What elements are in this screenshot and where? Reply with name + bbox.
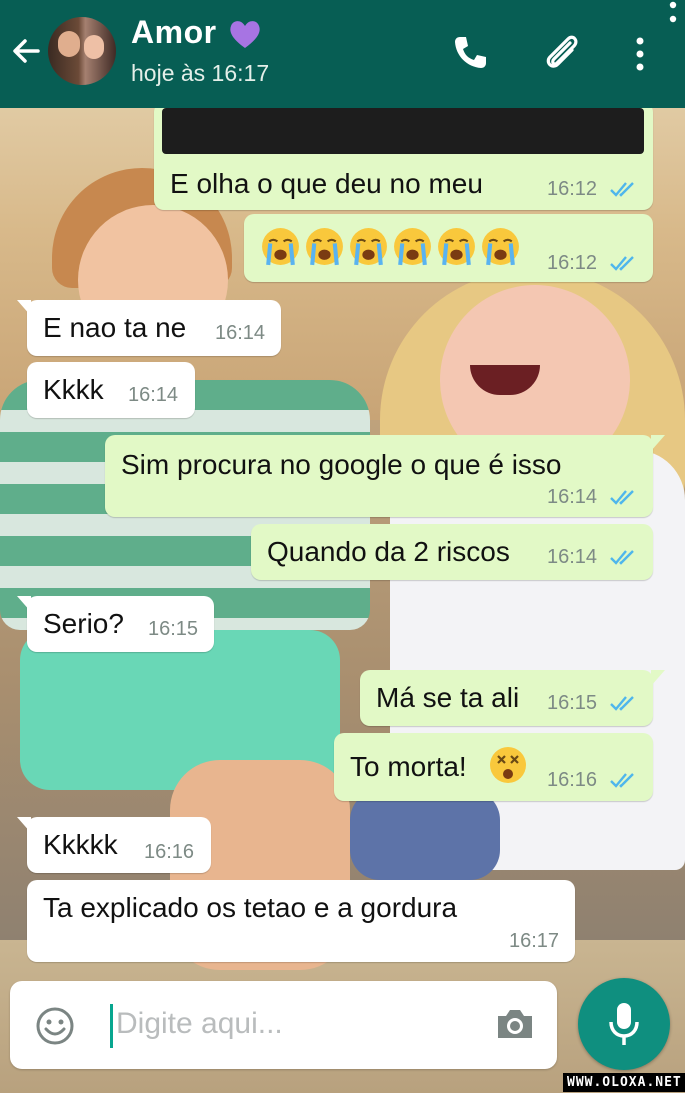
- microphone-icon: [609, 1003, 639, 1045]
- message-time: 16:12: [547, 252, 598, 274]
- message-bubble-incoming[interactable]: Ta explicado os tetao e a gordura 16:17: [27, 880, 575, 962]
- image-preview[interactable]: [162, 108, 644, 154]
- message-bubble-incoming[interactable]: Kkkk 16:14: [27, 362, 195, 418]
- message-bubble-outgoing[interactable]: Quando da 2 riscos 16:14: [251, 524, 653, 580]
- dizzy-face-icon: [490, 747, 526, 783]
- message-text: Kkkkk: [43, 829, 118, 860]
- message-bubble-outgoing[interactable]: To morta! 16:16: [334, 733, 653, 801]
- read-ticks-icon: [610, 182, 634, 197]
- message-text: Serio?: [43, 608, 124, 639]
- message-text: E olha o que deu no meu: [170, 168, 483, 199]
- read-ticks-icon: [610, 490, 634, 505]
- last-seen-status: hoje às 16:17: [131, 60, 270, 86]
- message-time: 16:15: [148, 618, 199, 640]
- message-time: 16:12: [547, 178, 598, 200]
- message-text: Quando da 2 riscos: [267, 536, 510, 567]
- camera-icon[interactable]: [494, 1005, 536, 1043]
- message-bubble-outgoing[interactable]: Sim procura no google o que é isso 16:14: [105, 435, 665, 517]
- emoji-row: [260, 226, 521, 267]
- chat-header: Amor hoje às 16:17: [0, 0, 685, 108]
- attach-clip-icon[interactable]: [540, 31, 584, 75]
- status-bar-dots-icon: [669, 1, 677, 23]
- message-text: Sim procura no google o que é isso: [121, 449, 562, 480]
- loudly-crying-face-icon: [438, 228, 475, 266]
- message-time: 16:14: [547, 546, 598, 568]
- text-cursor: [110, 1004, 113, 1048]
- message-time: 16:14: [215, 322, 266, 344]
- read-ticks-icon: [610, 256, 634, 271]
- message-bubble-outgoing[interactable]: 16:12: [244, 214, 653, 282]
- message-bubble-outgoing[interactable]: Má se ta ali 16:15: [360, 670, 665, 726]
- loudly-crying-face-icon: [482, 228, 519, 266]
- message-input[interactable]: Digite aqui...: [116, 1007, 283, 1041]
- emoji-smiley-icon[interactable]: [35, 1006, 75, 1046]
- loudly-crying-face-icon: [262, 228, 299, 266]
- read-ticks-icon: [610, 550, 634, 565]
- message-time: 16:16: [547, 769, 598, 791]
- read-ticks-icon: [610, 773, 634, 788]
- contact-name[interactable]: Amor: [131, 14, 217, 51]
- message-text: Ta explicado os tetao e a gordura: [43, 892, 458, 923]
- message-text: To morta!: [350, 751, 467, 782]
- loudly-crying-face-icon: [350, 228, 387, 266]
- message-bubble-outgoing[interactable]: E olha o que deu no meu 16:12: [154, 102, 653, 210]
- message-bubble-incoming[interactable]: E nao ta ne 16:14: [17, 300, 281, 356]
- message-time: 16:14: [128, 384, 179, 406]
- message-time: 16:14: [547, 486, 598, 508]
- message-bubble-incoming[interactable]: Kkkkk 16:16: [17, 817, 211, 873]
- purple-heart-icon: [230, 21, 260, 48]
- message-time: 16:16: [144, 841, 195, 863]
- read-ticks-icon: [610, 696, 634, 711]
- message-text: Má se ta ali: [376, 682, 520, 713]
- back-arrow-icon[interactable]: [8, 33, 44, 69]
- message-time: 16:15: [547, 692, 598, 714]
- message-time: 16:17: [509, 930, 560, 952]
- message-text: E nao ta ne: [43, 312, 187, 343]
- more-options-icon[interactable]: [630, 36, 650, 72]
- contact-avatar[interactable]: [48, 17, 116, 85]
- phone-call-icon[interactable]: [450, 33, 490, 73]
- site-watermark: WWW.OLOXA.NET: [563, 1073, 685, 1092]
- message-composer: Digite aqui...: [10, 981, 557, 1069]
- message-bubble-incoming[interactable]: Serio? 16:15: [17, 596, 214, 652]
- voice-message-button[interactable]: [578, 978, 670, 1070]
- message-text: Kkkk: [43, 374, 104, 405]
- loudly-crying-face-icon: [394, 228, 431, 266]
- loudly-crying-face-icon: [306, 228, 343, 266]
